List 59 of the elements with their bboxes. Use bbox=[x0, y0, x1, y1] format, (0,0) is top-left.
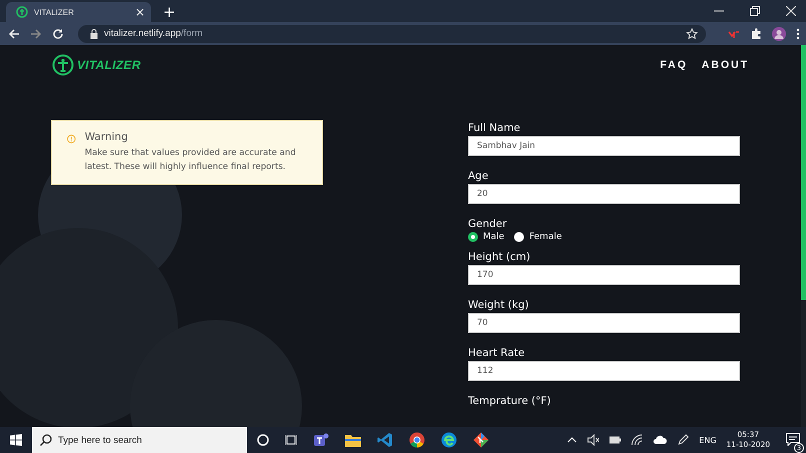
nav-link[interactable]: ABOUT bbox=[702, 59, 749, 71]
close-icon[interactable] bbox=[786, 6, 796, 16]
teams-icon[interactable] bbox=[313, 432, 329, 448]
input-field[interactable]: Sambhav Jain bbox=[468, 136, 740, 156]
cortana-icon[interactable] bbox=[257, 434, 269, 446]
logo-icon[interactable] bbox=[52, 54, 74, 76]
notification-icon[interactable] bbox=[786, 432, 800, 446]
edge-icon[interactable] bbox=[441, 432, 457, 448]
start-icon[interactable] bbox=[10, 434, 22, 446]
git-icon[interactable] bbox=[473, 432, 489, 448]
search-field[interactable]: Type here to search bbox=[32, 427, 247, 453]
browser-tab[interactable]: VITALIZER × bbox=[6, 2, 151, 22]
radio-label[interactable]: Female bbox=[529, 232, 562, 242]
search-icon bbox=[40, 434, 52, 446]
field-label: Age bbox=[468, 169, 490, 183]
field-label: Temprature (°F) bbox=[468, 394, 552, 408]
field-label: Gender bbox=[468, 217, 508, 231]
scrollbar-thumb[interactable] bbox=[801, 45, 806, 300]
nav-link[interactable]: FAQ bbox=[660, 59, 688, 71]
warning-message: Make sure that values provided are accurate and latest. These will highly influence final reports. bbox=[84, 147, 297, 174]
language-indicator[interactable]: ENG bbox=[699, 436, 716, 444]
close-tab-button[interactable]: × bbox=[134, 6, 145, 18]
avatar-icon[interactable] bbox=[772, 26, 786, 40]
url-text: vitalizer.netlify.app/form bbox=[104, 28, 204, 39]
battery-icon[interactable] bbox=[609, 436, 622, 444]
warning-title: Warning bbox=[84, 131, 129, 143]
back-arrow-icon[interactable] bbox=[8, 28, 20, 40]
caret-up-icon[interactable] bbox=[567, 437, 578, 443]
restore-icon[interactable] bbox=[750, 6, 760, 16]
logo-text[interactable]: VITALIZER bbox=[77, 58, 141, 72]
cloud-icon[interactable] bbox=[653, 435, 668, 445]
wifi-icon[interactable] bbox=[631, 434, 644, 446]
field-label: Height (cm) bbox=[468, 250, 532, 264]
input-field[interactable]: 20 bbox=[468, 184, 740, 204]
new-tab-button[interactable]: + bbox=[163, 4, 176, 20]
puzzle-icon[interactable] bbox=[750, 28, 762, 40]
chrome-icon[interactable] bbox=[409, 432, 425, 448]
address-field[interactable]: vitalizer.netlify.app/form bbox=[78, 24, 706, 42]
task-view-icon[interactable] bbox=[285, 434, 297, 446]
reload-icon[interactable] bbox=[52, 28, 64, 40]
star-icon[interactable] bbox=[686, 28, 698, 40]
radio-button[interactable] bbox=[514, 232, 524, 242]
folder-icon[interactable] bbox=[345, 433, 361, 447]
logo-icon bbox=[16, 6, 28, 18]
field-label: Weight (kg) bbox=[468, 298, 530, 312]
pen-icon[interactable] bbox=[677, 434, 690, 446]
code-editor-icon[interactable] bbox=[377, 432, 393, 448]
input-field[interactable]: 70 bbox=[468, 313, 740, 333]
more-icon[interactable] bbox=[796, 28, 800, 40]
input-field[interactable]: 112 bbox=[468, 361, 740, 381]
radio-label[interactable]: Male bbox=[483, 232, 504, 242]
tab-title: VITALIZER bbox=[34, 8, 75, 16]
forward-arrow-icon[interactable] bbox=[30, 28, 42, 40]
field-label: Heart Rate bbox=[468, 346, 526, 360]
field-label: Full Name bbox=[468, 121, 522, 135]
speaker-icon[interactable] bbox=[587, 434, 600, 446]
radio-button[interactable] bbox=[468, 232, 478, 242]
input-field[interactable]: 170 bbox=[468, 265, 740, 285]
lock-icon bbox=[90, 28, 98, 38]
